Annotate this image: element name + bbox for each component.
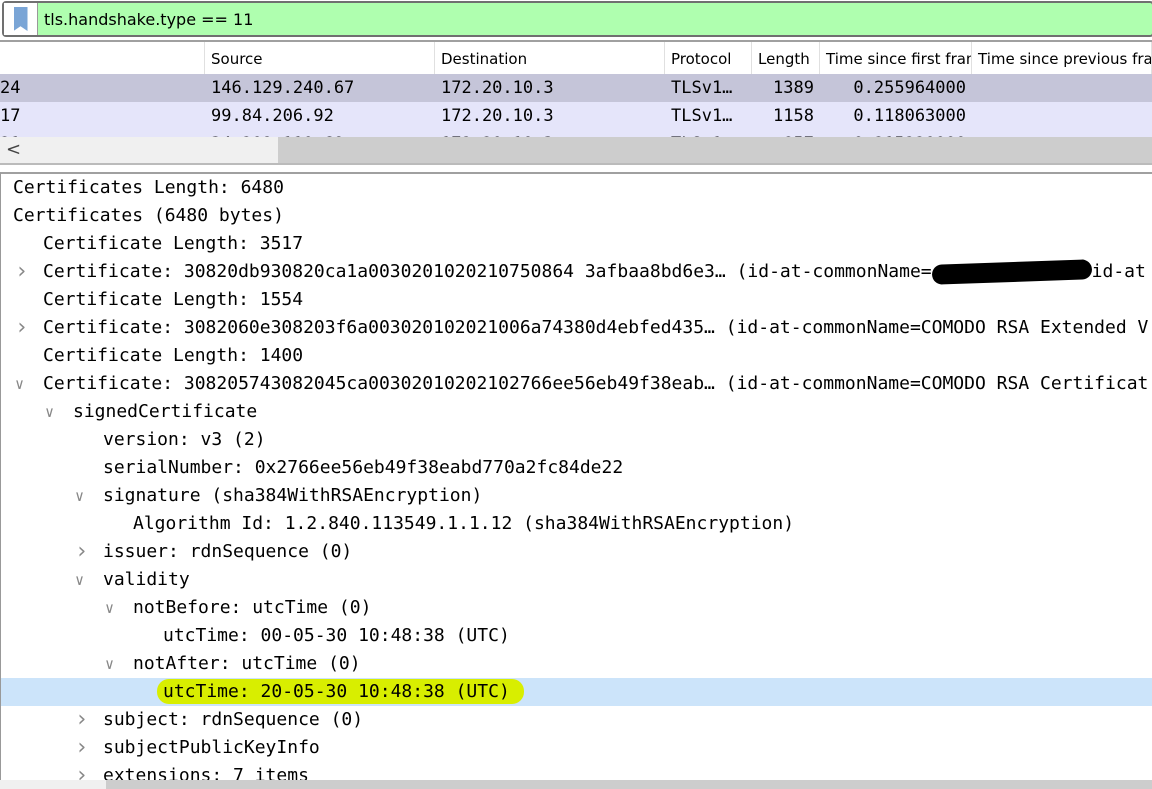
chevron-down-icon[interactable]: ∨ [105, 650, 114, 678]
packet-cell-proto: TLSv1… [665, 130, 752, 137]
tree-item-label: signedCertificate [73, 401, 258, 422]
tree-item[interactable]: ∨ notBefore: utcTime (0) [1, 594, 1152, 622]
packet-row[interactable]: 24 146.129.240.67 172.20.10.3 TLSv1… 1389 0.2… [0, 74, 1152, 102]
packet-cell-dst: 172.20.10.3 [441, 78, 554, 98]
tree-item-label: Certificate Length: 3517 [43, 233, 304, 254]
tree-item-label: Certificate: 3082060e308203f6a0030201020… [43, 317, 1149, 338]
packet-cell-t2 [972, 102, 1152, 130]
scrollbar-thumb[interactable] [278, 137, 1152, 163]
packet-list-header: Source Destination Protocol Length Time … [0, 42, 1152, 74]
packet-cell-proto: TLSv1… [671, 78, 733, 98]
tree-item-label: version: v3 (2) [103, 429, 266, 450]
packet-cell-t2 [972, 74, 1152, 102]
tree-item-label: subjectPublicKeyInfo [103, 737, 320, 758]
tree-item-label: Certificate: 308205743082045ca0030201020… [43, 373, 1149, 394]
packet-cell-src: 99.84.206.92 [211, 106, 334, 126]
column-header-length[interactable]: Length [752, 42, 820, 74]
tree-item[interactable]: Certificate Length: 3517 [1, 230, 1152, 258]
chevron-right-icon[interactable]: › [15, 258, 28, 286]
column-header-source[interactable]: Source [205, 42, 435, 74]
bookmark-icon[interactable] [4, 3, 38, 35]
packet-cell-dst: 172.20.10.3 [441, 106, 554, 126]
tree-item[interactable]: › subject: rdnSequence (0) [1, 706, 1152, 734]
tree-item[interactable]: version: v3 (2) [1, 426, 1152, 454]
packet-cell-no: 21 [0, 130, 205, 137]
tree-item-label: Algorithm Id: 1.2.840.113549.1.1.12 (sha… [133, 513, 795, 534]
details-hscrollbar[interactable] [0, 780, 1152, 789]
packet-cell-t2 [972, 130, 1152, 137]
tree-item-label: Certificate Length: 1400 [43, 345, 304, 366]
tree-item[interactable]: ∨ notAfter: utcTime (0) [1, 650, 1152, 678]
tree-item-label: Certificate: 30820db930820ca1a0030201020… [43, 261, 932, 282]
tree-item[interactable]: Certificate Length: 1400 [1, 342, 1152, 370]
tree-item[interactable]: ∨ Certificate: 308205743082045ca003020102… [1, 370, 1152, 398]
packet-cell-src: 146.129.240.67 [211, 78, 355, 98]
redaction-mark [931, 259, 1092, 285]
tree-item-label: Certificates (6480 bytes) [13, 205, 284, 226]
tree-item[interactable]: › subjectPublicKeyInfo [1, 734, 1152, 762]
packet-cell-t1: 0.255964000 [853, 78, 966, 98]
tree-item-label-suffix: id-at [1091, 261, 1146, 282]
tree-item[interactable]: ∨ validity [1, 566, 1152, 594]
chevron-right-icon[interactable]: › [75, 706, 88, 734]
chevron-down-icon[interactable]: ∨ [75, 566, 84, 594]
tree-item[interactable]: › issuer: rdnSequence (0) [1, 538, 1152, 566]
packet-cell-dst: 172.20.10.3 [435, 130, 665, 137]
packet-cell-no: 24 [0, 78, 21, 98]
tree-item[interactable]: › Certificate: 30820db930820ca1a003020102… [1, 258, 1152, 286]
packet-cell-proto: TLSv1… [671, 106, 733, 126]
chevron-down-icon[interactable]: ∨ [105, 594, 114, 622]
chevron-right-icon[interactable]: › [75, 538, 88, 566]
chevron-right-icon[interactable]: › [75, 762, 88, 780]
tree-item[interactable]: Certificates Length: 6480 [1, 174, 1152, 202]
packet-cell-no: 17 [0, 106, 21, 126]
tree-item[interactable]: › extensions: 7 items [1, 762, 1152, 780]
tree-item[interactable]: Certificate Length: 1554 [1, 286, 1152, 314]
tree-item-label: notAfter: utcTime (0) [133, 653, 361, 674]
column-header-time-previous[interactable]: Time since previous fram [972, 42, 1152, 74]
tree-item-label: utcTime: 20-05-30 10:48:38 (UTC) [157, 679, 524, 704]
scrollbar-thumb[interactable] [106, 780, 1152, 789]
tree-item[interactable]: ∨ signature (sha384WithRSAEncryption) [1, 482, 1152, 510]
tree-item[interactable]: Algorithm Id: 1.2.840.113549.1.1.12 (sha… [1, 510, 1152, 538]
tree-item-label: subject: rdnSequence (0) [103, 709, 364, 730]
tree-item-label: issuer: rdnSequence (0) [103, 541, 353, 562]
column-header-protocol[interactable]: Protocol [665, 42, 752, 74]
packet-row[interactable]: 2134.209.110.69172.20.10.3TLSv1…8570.215… [0, 130, 1152, 137]
tree-item-label: Certificate Length: 1554 [43, 289, 304, 310]
tree-item-label: signature (sha384WithRSAEncryption) [103, 485, 483, 506]
tree-item-label: Certificates Length: 6480 [13, 177, 284, 198]
display-filter-input[interactable]: tls.handshake.type == 11 [38, 10, 253, 29]
tree-item-label: validity [103, 569, 190, 590]
tree-item[interactable]: › Certificate: 3082060e308203f6a003020102… [1, 314, 1152, 342]
column-header-time-first[interactable]: Time since first fram [820, 42, 972, 74]
tree-item-label: utcTime: 00-05-30 10:48:38 (UTC) [163, 625, 510, 646]
packet-list-hscrollbar[interactable]: < [0, 137, 1152, 165]
tree-item[interactable]: utcTime: 00-05-30 10:48:38 (UTC) [1, 622, 1152, 650]
packet-cell-len: 1158 [773, 106, 814, 126]
packet-cell-src: 34.209.110.69 [205, 130, 435, 137]
packet-details-tree: Certificates Length: 6480 Certificates (6… [0, 172, 1152, 780]
packet-cell-t1: 0.215220000 [820, 130, 972, 137]
tree-item-label: extensions: 7 items [103, 765, 309, 780]
tree-item-label: serialNumber: 0x2766ee56eb49f38eabd770a2… [103, 457, 624, 478]
packet-cell-len: 1389 [773, 78, 814, 98]
chevron-down-icon[interactable]: ∨ [45, 398, 54, 426]
packet-cell-len: 857 [752, 130, 820, 137]
display-filter-bar[interactable]: tls.handshake.type == 11 [2, 1, 1152, 37]
chevron-right-icon[interactable]: › [75, 734, 88, 762]
packet-cell-t1: 0.118063000 [853, 106, 966, 126]
tree-item-label: notBefore: utcTime (0) [133, 597, 372, 618]
column-header-destination[interactable]: Destination [435, 42, 665, 74]
column-header-no[interactable] [0, 42, 205, 74]
tree-item[interactable]: serialNumber: 0x2766ee56eb49f38eabd770a2… [1, 454, 1152, 482]
chevron-down-icon[interactable]: ∨ [15, 370, 24, 398]
chevron-right-icon[interactable]: › [15, 314, 28, 342]
chevron-down-icon[interactable]: ∨ [75, 482, 84, 510]
packet-row[interactable]: 17 99.84.206.92 172.20.10.3 TLSv1… 1158 0.118… [0, 102, 1152, 130]
scroll-left-icon[interactable]: < [6, 139, 21, 160]
tree-item[interactable]: utcTime: 20-05-30 10:48:38 (UTC) [1, 678, 1152, 706]
tree-item[interactable]: Certificates (6480 bytes) [1, 202, 1152, 230]
tree-item[interactable]: ∨ signedCertificate [1, 398, 1152, 426]
